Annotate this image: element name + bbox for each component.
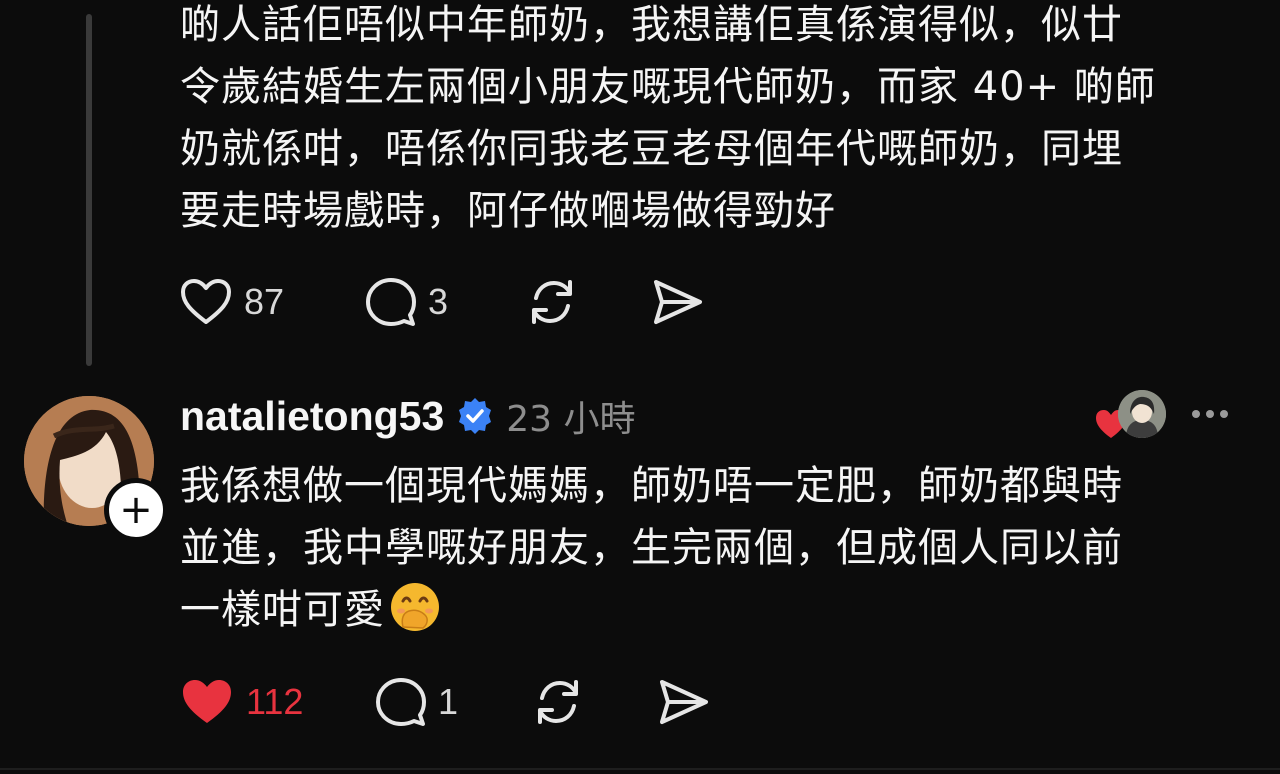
share-button[interactable]: [652, 272, 704, 332]
comment-bubble-icon: [376, 678, 426, 726]
repost-icon: [532, 280, 572, 324]
comment-count: 1: [438, 681, 459, 722]
reply-text: 我係想做一個現代媽媽，師奶唔一定肥，師奶都與時 並進，我中學嘅好朋友，生完兩個，…: [180, 463, 1123, 633]
divider: [0, 768, 1280, 770]
reply-header: natalietong53 23 小時: [180, 388, 636, 444]
previous-post-text: 啲人話佢唔似中年師奶，我想講佢真係演得似，似廿 令歲結婚生左兩個小朋友嘅現代師奶…: [180, 2, 1156, 234]
reply-text-container: 我係想做一個現代媽媽，師奶唔一定肥，師奶都與時 並進，我中學嘅好朋友，生完兩個，…: [180, 455, 1220, 641]
send-icon: [660, 680, 708, 724]
like-button[interactable]: 112: [180, 672, 303, 732]
more-options-button[interactable]: [1192, 396, 1228, 432]
comment-button[interactable]: 1: [376, 672, 458, 732]
heart-filled-icon: [183, 680, 231, 723]
heart-icon: [181, 279, 231, 324]
more-dots-icon: [1192, 410, 1200, 418]
verified-badge-icon: [459, 398, 492, 434]
plus-icon: +: [119, 487, 153, 533]
comment-count: 3: [428, 281, 449, 322]
thread-connector-line: [86, 14, 92, 366]
face-with-hand-over-mouth-icon: [391, 583, 439, 631]
send-icon: [654, 280, 702, 324]
like-count: 112: [246, 681, 304, 722]
repost-button[interactable]: [526, 272, 578, 332]
comment-button[interactable]: 3: [366, 272, 448, 332]
repost-button[interactable]: [532, 672, 584, 732]
liker-cartoon-avatar: [1118, 390, 1166, 438]
comment-bubble-icon: [366, 278, 416, 326]
like-button[interactable]: 87: [180, 272, 284, 332]
timestamp: 23 小時: [506, 399, 636, 440]
share-button[interactable]: [658, 672, 710, 732]
username[interactable]: natalietong53: [180, 393, 444, 440]
repost-icon: [538, 680, 578, 724]
liker-avatar: [1118, 390, 1166, 438]
follow-button[interactable]: +: [104, 478, 168, 542]
like-count: 87: [244, 281, 285, 322]
